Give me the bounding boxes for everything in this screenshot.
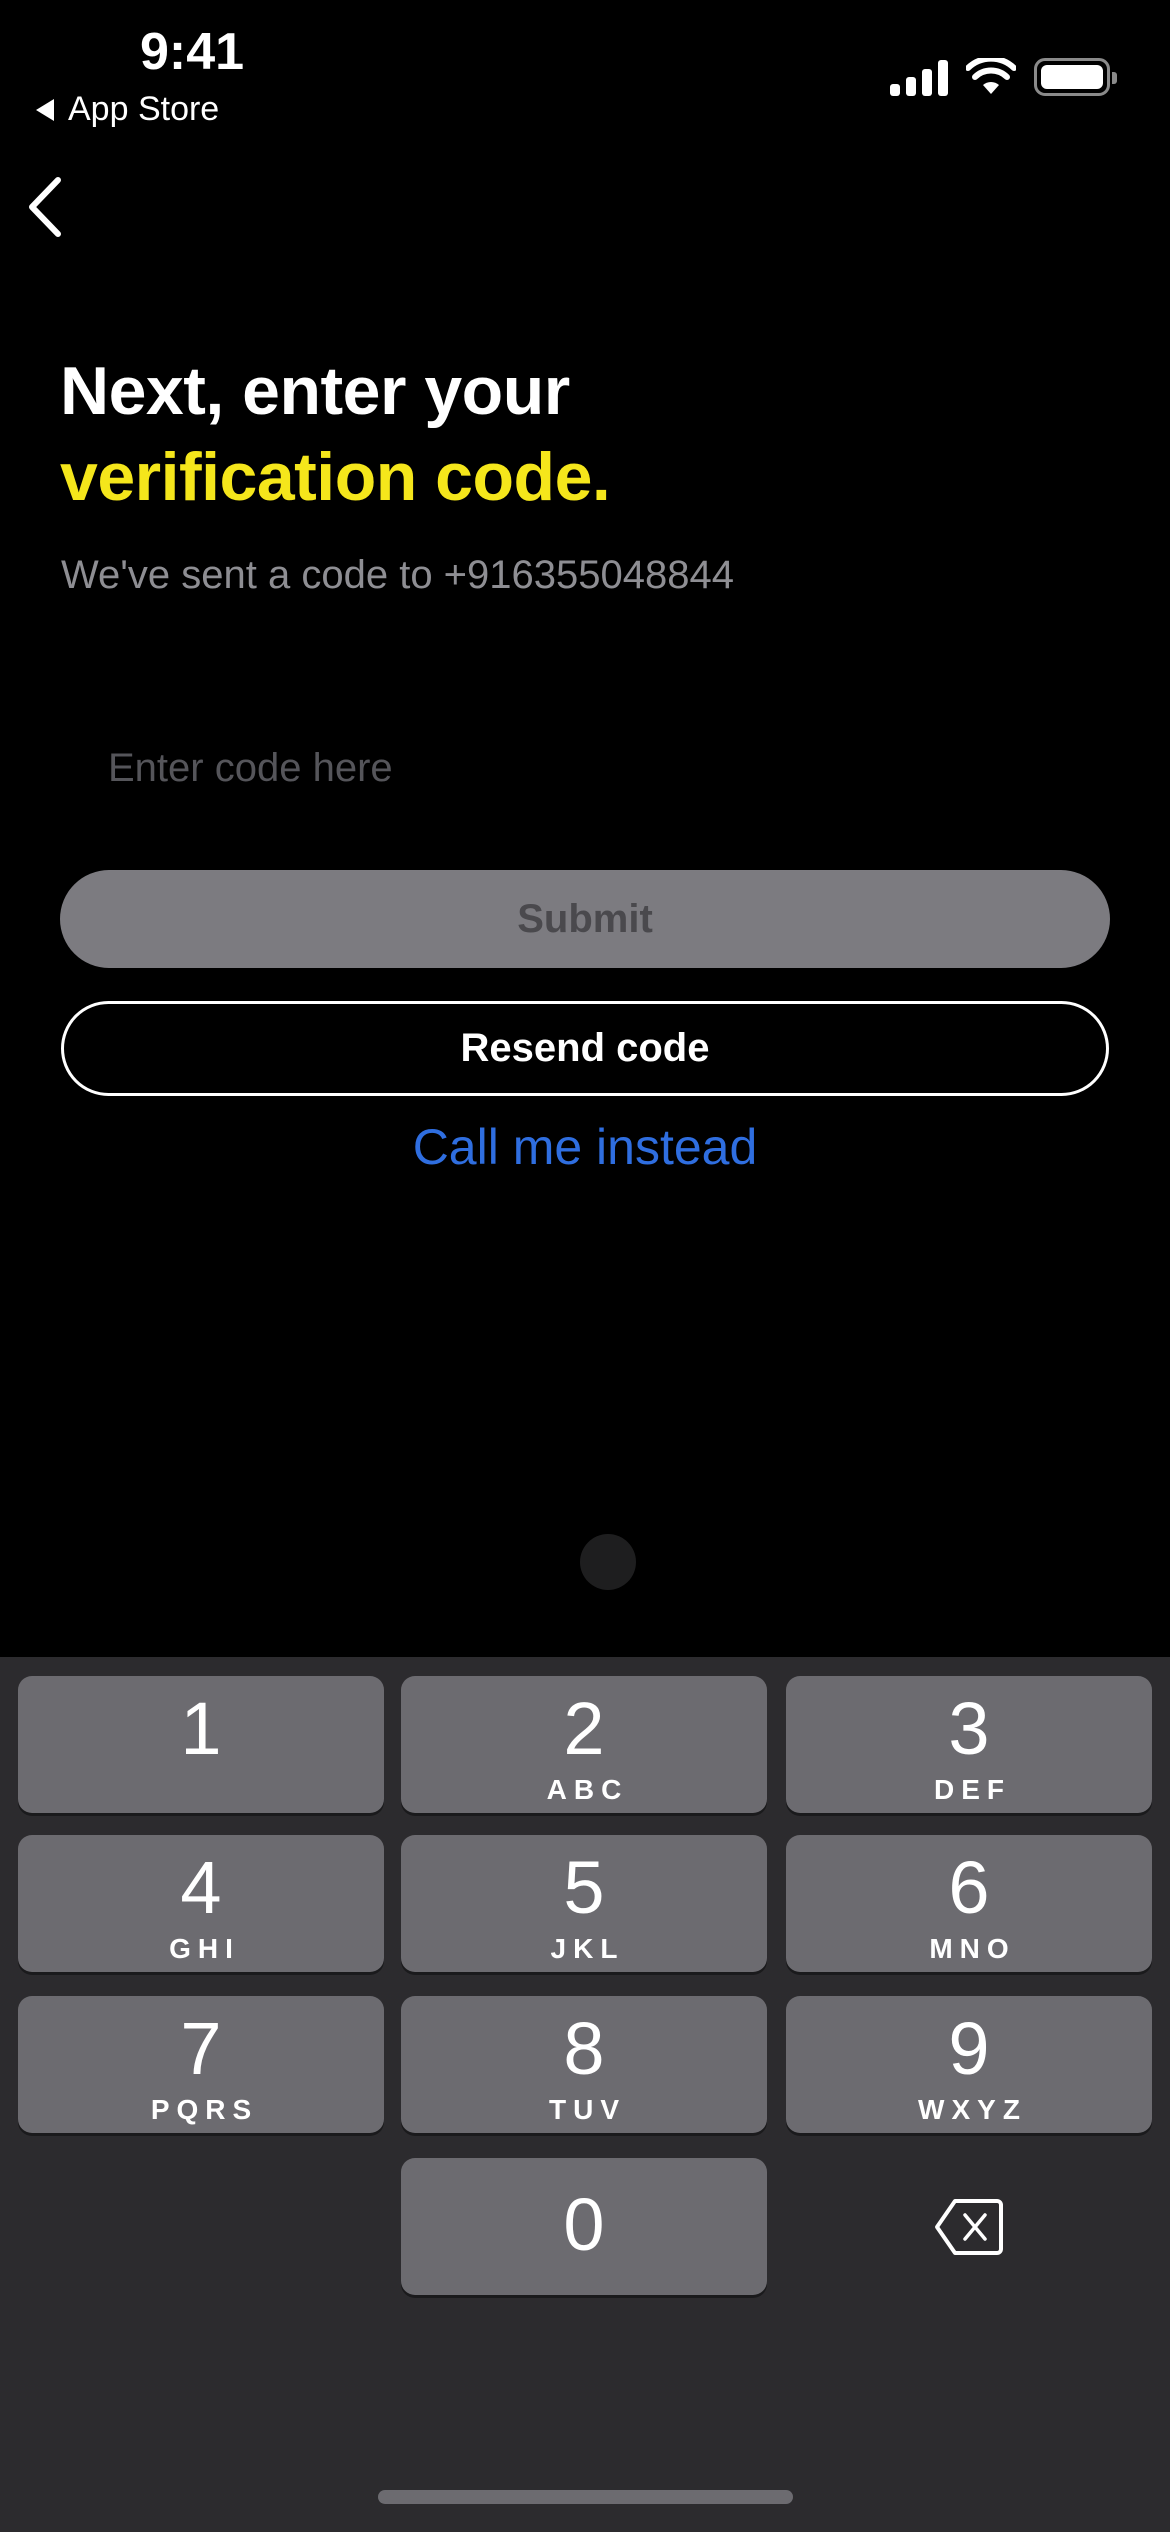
key-digit: 3 (948, 1687, 990, 1770)
key-letters: JKL (550, 1933, 625, 1964)
key-digit: 4 (180, 1846, 222, 1929)
key-digit: 1 (180, 1687, 222, 1770)
resend-code-button[interactable]: Resend code (61, 1001, 1109, 1096)
status-bar: 9:41 App Store (0, 0, 1170, 140)
backspace-icon (935, 2198, 1003, 2255)
touch-indicator (580, 1534, 636, 1590)
key-digit: 8 (563, 2007, 605, 2090)
back-app-label: App Store (68, 90, 220, 128)
chevron-left-icon (29, 177, 61, 237)
key-digit: 7 (180, 2007, 222, 2090)
key-letters: WXYZ (918, 2094, 1027, 2125)
key-digit: 0 (563, 2183, 605, 2266)
key-letters: GHI (169, 1933, 240, 1964)
call-me-instead-link[interactable]: Call me instead (0, 1118, 1170, 1176)
key-5[interactable]: 5 JKL (401, 1835, 767, 1972)
key-letters: MNO (929, 1933, 1016, 1964)
verification-code-input[interactable] (60, 730, 1110, 806)
back-button[interactable] (20, 172, 70, 242)
cellular-signal-icon (890, 58, 948, 96)
key-4[interactable]: 4 GHI (18, 1835, 384, 1972)
key-8[interactable]: 8 TUV (401, 1996, 767, 2133)
key-0[interactable]: 0 (401, 2158, 767, 2295)
page-title: Next, enter your verification code. (60, 348, 611, 520)
key-letters: DEF (934, 1774, 1011, 1805)
home-indicator[interactable] (378, 2490, 793, 2504)
sent-to-phone-text: We've sent a code to +916355048844 (61, 553, 734, 597)
key-digit: 5 (563, 1846, 605, 1929)
key-digit: 2 (563, 1687, 605, 1770)
key-6[interactable]: 6 MNO (786, 1835, 1152, 1972)
numeric-keypad: 1 2 ABC 3 DEF 4 GHI 5 JKL 6 MNO 7 PQRS 8… (0, 1657, 1170, 2532)
key-digit: 6 (948, 1846, 990, 1929)
title-line-2-highlight: verification code. (60, 439, 611, 515)
submit-button[interactable]: Submit (60, 870, 1110, 968)
key-letters: PQRS (150, 2094, 259, 2125)
battery-icon (1034, 58, 1117, 96)
title-line-1: Next, enter your (60, 353, 570, 429)
key-1[interactable]: 1 (18, 1676, 384, 1813)
key-7[interactable]: 7 PQRS (18, 1996, 384, 2133)
status-icons (890, 58, 1117, 96)
key-3[interactable]: 3 DEF (786, 1676, 1152, 1813)
key-letters: TUV (549, 2094, 626, 2125)
key-2[interactable]: 2 ABC (401, 1676, 767, 1813)
key-digit: 9 (948, 2007, 990, 2090)
back-to-app-store[interactable]: App Store (36, 90, 219, 129)
delete-key[interactable] (786, 2158, 1152, 2295)
wifi-icon (966, 58, 1016, 94)
status-time: 9:41 (140, 23, 245, 81)
key-letters: ABC (546, 1774, 629, 1805)
key-9[interactable]: 9 WXYZ (786, 1996, 1152, 2133)
back-triangle-icon (36, 98, 54, 121)
